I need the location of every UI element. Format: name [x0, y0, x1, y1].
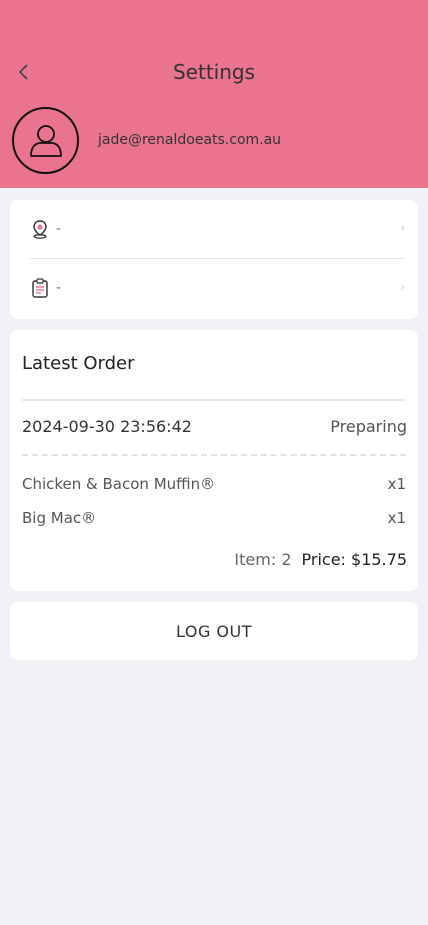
item-quantity: x1 — [387, 475, 406, 493]
latest-order-card[interactable]: Latest Order 2024-09-30 23:56:42 Prepari… — [10, 330, 418, 591]
orders-value: - — [56, 280, 62, 296]
address-row[interactable]: - › — [30, 200, 405, 258]
order-datetime: 2024-09-30 23:56:42 — [22, 417, 192, 436]
item-name: Chicken & Bacon Muffin® — [22, 475, 216, 493]
item-count: Item: 2 — [234, 550, 292, 569]
chevron-right-icon: › — [400, 221, 405, 235]
logout-button[interactable]: LOG OUT — [10, 602, 418, 660]
order-price: Price: $15.75 — [301, 550, 408, 569]
orders-row[interactable]: - › — [30, 259, 405, 317]
avatar[interactable] — [12, 107, 79, 174]
info-card: - › - › — [10, 200, 418, 319]
item-name: Big Mac® — [22, 509, 97, 527]
chevron-right-icon: › — [400, 280, 405, 294]
address-value: - — [56, 221, 62, 237]
order-item: Big Mac® x1 — [22, 507, 406, 529]
location-pin-icon — [30, 219, 50, 239]
order-totals: Item: 2 Price: $15.75 — [234, 549, 407, 571]
dashed-divider — [22, 454, 406, 456]
page-title: Settings — [172, 60, 256, 84]
item-quantity: x1 — [387, 509, 406, 527]
header: Settings jade@renaldoeats.com.au — [0, 0, 428, 188]
order-item: Chicken & Bacon Muffin® x1 — [22, 473, 406, 495]
clipboard-icon — [30, 278, 50, 298]
latest-order-title: Latest Order — [22, 353, 135, 374]
user-email: jade@renaldoeats.com.au — [98, 132, 282, 148]
divider — [22, 399, 406, 401]
order-status: Preparing — [330, 417, 407, 436]
user-icon — [29, 124, 62, 157]
